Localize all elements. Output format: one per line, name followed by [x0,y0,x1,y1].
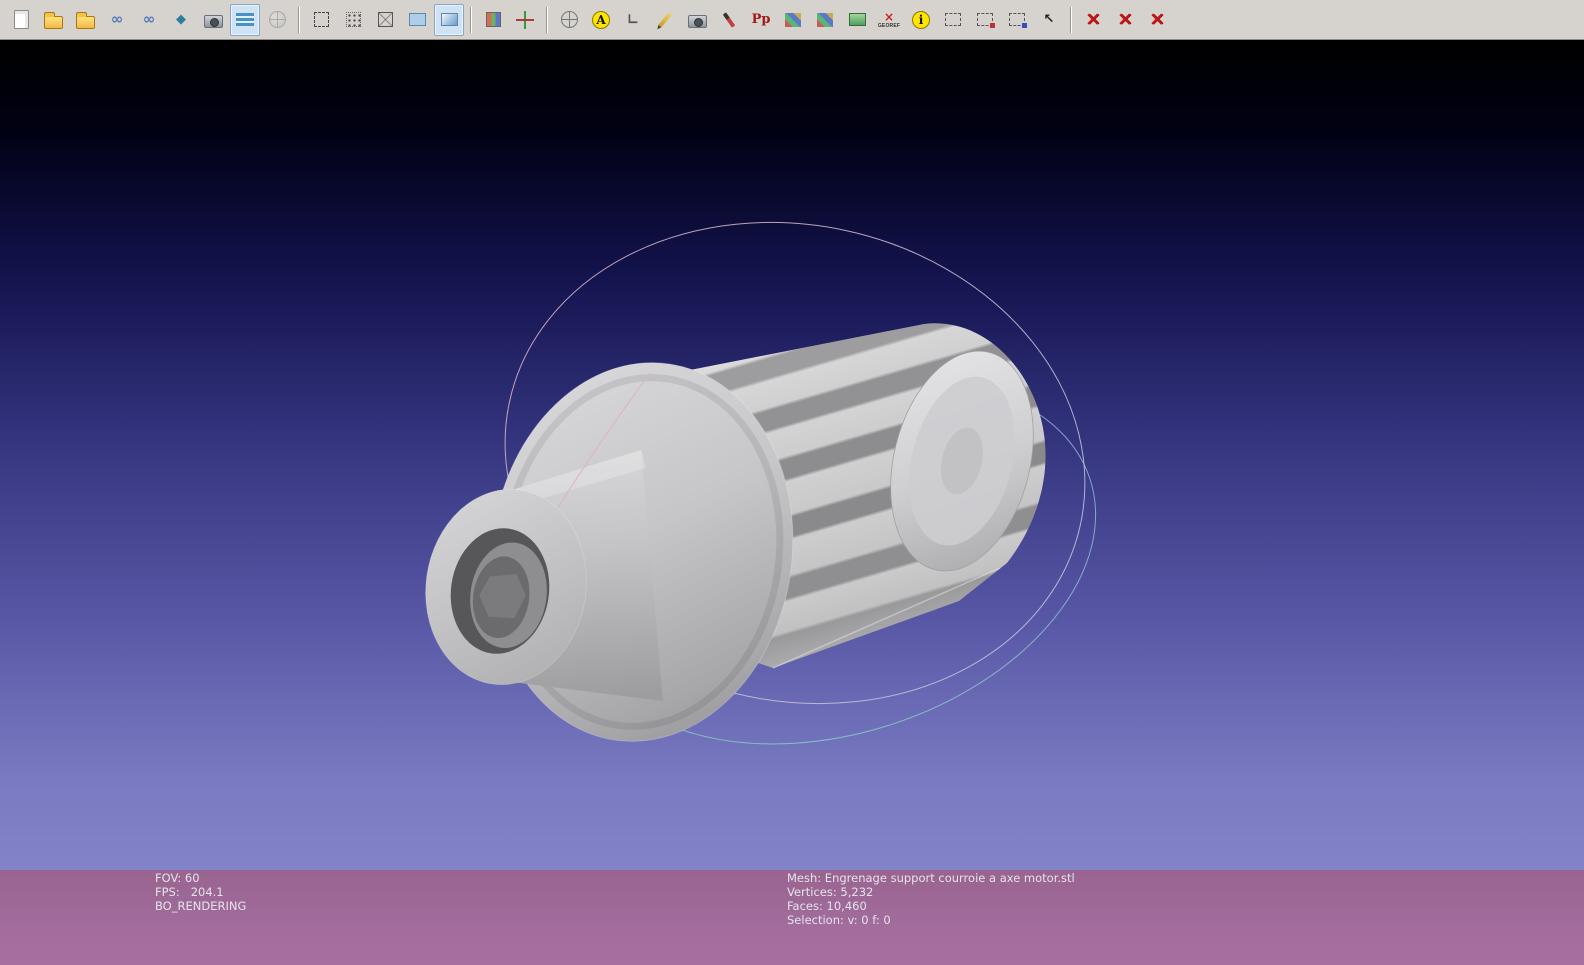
render-bbox-button[interactable] [306,4,336,36]
show-layer-dialog-button[interactable] [230,4,260,36]
render-flat-icon [409,13,426,26]
georef-tool-button[interactable]: ×GEOREF [874,4,904,36]
georef-tool-caption: GEOREF [878,24,900,29]
get-info-tool-button[interactable]: i [906,4,936,36]
new-empty-project-button[interactable] [6,4,36,36]
delete-current-raster-icon: × [1117,10,1133,29]
point-picking-tool-icon [658,12,671,27]
select-faces-tool-icon [945,13,961,26]
show-raster-mode-icon [269,11,286,28]
open-project-button[interactable] [38,4,68,36]
delete-current-mesh-icon: × [1085,10,1101,29]
select-faces-brush-tool-button[interactable] [970,4,1000,36]
show-trackball-button[interactable] [510,4,540,36]
select-faces-tool-button[interactable] [938,4,968,36]
render-flat-button[interactable] [402,4,432,36]
toolbar-separator [470,7,472,33]
reload-mesh-icon: ◆ [176,13,186,26]
select-vertices-tool-icon [1009,13,1025,26]
export-mesh-button[interactable]: ∞ [134,4,164,36]
save-snapshot-button[interactable] [198,4,228,36]
show-raster-mode-button[interactable] [262,4,292,36]
show-layer-dialog-icon [236,11,254,28]
render-texture-button[interactable] [478,4,508,36]
get-info-tool-icon: i [912,11,930,29]
toolbar: ∞∞◆A∟Pp×GEOREFi↖××× [0,0,1584,40]
render-mode-text: BO_RENDERING [155,899,246,913]
new-empty-project-icon [14,10,29,29]
open-project-icon [44,16,63,29]
full-sphere-view-icon [561,11,578,28]
render-smooth-icon [441,13,458,26]
selection-text: Selection: v: 0 f: 0 [787,913,1075,927]
reload-mesh-button[interactable]: ◆ [166,4,196,36]
annotation-tool-icon: A [592,11,610,29]
align-tool-button[interactable] [810,4,840,36]
render-points-icon [346,12,361,27]
select-vertices-tool-button[interactable] [1002,4,1032,36]
manipulator-tool-icon: ↖ [1044,13,1055,26]
append-project-icon [76,16,95,29]
fps-text: FPS: 204.1 [155,885,246,899]
camera-info-tool-icon [688,15,707,28]
meshlab-window: ∞∞◆A∟Pp×GEOREFi↖××× [0,0,1584,965]
import-mesh-button[interactable]: ∞ [102,4,132,36]
render-bbox-icon [314,12,329,27]
render-smooth-button[interactable] [434,4,464,36]
select-faces-brush-tool-icon [977,13,993,26]
section-tool-icon: ∟ [627,13,639,27]
mesh-stats: Mesh: Engrenage support courroie a axe m… [787,871,1075,927]
paint-tool-icon [723,12,735,27]
render-stats: FOV: 60 FPS: 204.1 BO_RENDERING [155,871,246,913]
scene-svg [0,40,1584,965]
render-texture-icon [486,12,501,27]
import-mesh-icon: ∞ [111,12,124,27]
toolbar-separator [298,7,300,33]
export-mesh-icon: ∞ [143,12,156,27]
point-picking-tool-button[interactable] [650,4,680,36]
delete-current-mesh-button[interactable]: × [1078,4,1108,36]
save-snapshot-icon [204,15,223,28]
colorize-tool-icon [849,13,866,26]
mesh-name-text: Mesh: Engrenage support courroie a axe m… [787,871,1075,885]
annotation-tool-button[interactable]: A [586,4,616,36]
delete-all-meshes-icon: × [1149,10,1165,29]
toolbar-separator [1070,7,1072,33]
photo-projection-tool-button[interactable]: Pp [746,4,776,36]
cut-tool-icon [785,13,801,27]
paint-tool-button[interactable] [714,4,744,36]
3d-viewport[interactable]: FOV: 60 FPS: 204.1 BO_RENDERING Mesh: En… [0,40,1584,965]
camera-info-tool-button[interactable] [682,4,712,36]
show-trackball-icon [516,11,534,29]
fov-text: FOV: 60 [155,871,246,885]
section-tool-button[interactable]: ∟ [618,4,648,36]
render-wireframe-button[interactable] [370,4,400,36]
georef-tool-icon: × [884,11,894,23]
photo-projection-tool-icon: Pp [752,13,771,26]
render-points-button[interactable] [338,4,368,36]
manipulator-tool-button[interactable]: ↖ [1034,4,1064,36]
vertices-text: Vertices: 5,232 [787,885,1075,899]
toolbar-separator [546,7,548,33]
delete-current-raster-button[interactable]: × [1110,4,1140,36]
colorize-tool-button[interactable] [842,4,872,36]
append-project-button[interactable] [70,4,100,36]
faces-text: Faces: 10,460 [787,899,1075,913]
cut-tool-button[interactable] [778,4,808,36]
delete-all-meshes-button[interactable]: × [1142,4,1172,36]
full-sphere-view-button[interactable] [554,4,584,36]
align-tool-icon [817,13,833,27]
render-wireframe-icon [378,12,393,27]
